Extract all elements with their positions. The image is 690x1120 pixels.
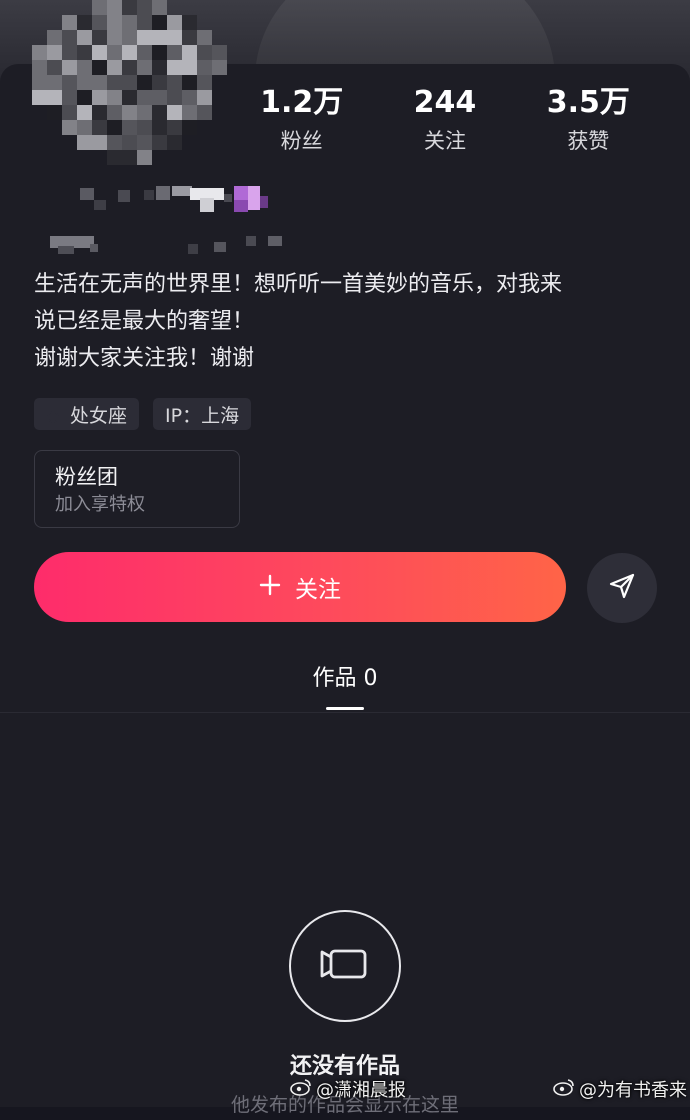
watermark-text: @潇湘晨报 [316, 1080, 406, 1101]
tab-works[interactable]: 作品 0 [0, 662, 690, 696]
tag-label: IP：上海 [165, 404, 240, 427]
stat-value: 244 [413, 85, 477, 120]
bio-line: 说已经是最大的奢望！ [34, 309, 255, 334]
tab-divider [0, 712, 690, 713]
tab-active-indicator [326, 707, 364, 710]
bio-line: 生活在无声的世界里！想听听一首美妙的音乐，对我来 [34, 272, 563, 297]
stat-followers[interactable]: 1.2万 粉丝 [237, 84, 367, 156]
stat-following[interactable]: 244 关注 [380, 84, 510, 156]
plus-icon [259, 572, 281, 602]
stat-label: 粉丝 [280, 129, 323, 153]
watermark-right: @为有书香来 [553, 1076, 687, 1102]
fan-club-subtitle: 加入享特权 [55, 494, 145, 515]
tag-zodiac[interactable]: 处女座 [34, 398, 140, 430]
fan-club-title: 粉丝团 [55, 465, 118, 489]
zodiac-icon [46, 407, 60, 423]
bio-line: 谢谢大家关注我！谢谢 [34, 346, 255, 371]
weibo-logo-icon [290, 1078, 312, 1101]
send-message-button[interactable] [587, 553, 657, 623]
avatar[interactable] [32, 0, 227, 170]
stat-value: 3.5万 [546, 85, 630, 120]
stat-label: 获赞 [567, 129, 610, 153]
tag-label: 处女座 [70, 404, 128, 427]
fan-club-card[interactable]: 粉丝团 加入享特权 [34, 450, 240, 528]
video-camera-icon [319, 946, 371, 986]
stat-value: 1.2万 [260, 85, 344, 120]
profile-stats: 1.2万 粉丝 244 关注 3.5万 获赞 [230, 84, 660, 156]
profile-bio: 生活在无声的世界里！想听听一首美妙的音乐，对我来 说已经是最大的奢望！ 谢谢大家… [34, 266, 664, 377]
profile-tags: 处女座 IP：上海 [34, 398, 252, 430]
watermark-text: @为有书香来 [579, 1080, 687, 1101]
follow-button[interactable]: 关注 [34, 552, 566, 622]
tag-ip-location: IP：上海 [153, 398, 252, 430]
follow-label: 关注 [295, 577, 341, 603]
weibo-logo-icon [553, 1078, 575, 1101]
watermark-left: @潇湘晨报 [290, 1076, 406, 1102]
send-icon [607, 571, 637, 605]
stat-label: 关注 [423, 129, 466, 153]
stat-likes[interactable]: 3.5万 获赞 [523, 84, 653, 156]
empty-state-icon-circle [289, 910, 401, 1022]
